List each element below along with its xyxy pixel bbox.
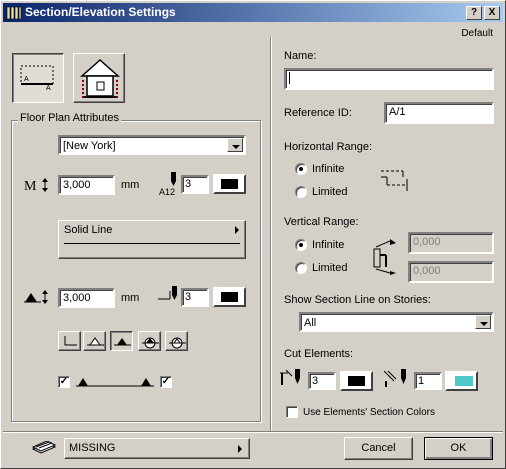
default-label: Default	[461, 28, 493, 39]
hrange-infinite-label: Infinite	[312, 163, 345, 175]
layer-button[interactable]: MISSING	[64, 438, 250, 459]
teal-fill	[455, 376, 473, 386]
marker-shape-outline-triangle-button[interactable]	[83, 331, 106, 351]
outline-triangle-icon	[87, 337, 104, 346]
elevation-type-button[interactable]	[73, 53, 125, 103]
ok-button[interactable]: OK	[424, 437, 493, 460]
chevron-right-icon	[235, 226, 239, 234]
vrange-bottom-input[interactable]: 0,000	[408, 261, 494, 283]
line-pen-color-swatch[interactable]	[213, 287, 246, 307]
vertical-range-icon	[373, 239, 396, 275]
marker-pen-label: A12	[159, 187, 176, 197]
start-marker-checkbox[interactable]: ✓	[58, 376, 70, 388]
layers-icon	[31, 441, 57, 454]
section-type-button[interactable]: A A	[12, 53, 64, 103]
close-button[interactable]: X	[484, 6, 500, 20]
circle-triangle-icon	[142, 337, 159, 349]
chevron-down-icon[interactable]	[475, 315, 491, 329]
use-section-colors-label: Use Elements' Section Colors	[303, 407, 435, 418]
dialog-window: Section/Elevation Settings ? X Default A…	[0, 0, 506, 469]
marker-pen-input[interactable]: 3	[181, 175, 209, 194]
solid-line-preview	[64, 243, 240, 244]
app-icon	[6, 6, 22, 20]
line-height-input[interactable]: 3,000	[58, 288, 115, 308]
panel-divider	[270, 37, 272, 431]
line-height-unit: mm	[121, 292, 140, 304]
svg-text:A: A	[24, 76, 29, 83]
line-pen-input[interactable]: 3	[181, 288, 209, 307]
horizontal-range-label: Horizontal Range:	[284, 141, 373, 153]
svg-text:A: A	[46, 85, 51, 92]
hrange-infinite-radio[interactable]	[295, 163, 307, 175]
house-icon	[80, 58, 120, 98]
marker-shape-filled-triangle-button[interactable]	[110, 331, 133, 351]
title-bar[interactable]: Section/Elevation Settings ? X	[3, 3, 503, 22]
cut-pen-icon	[280, 369, 300, 385]
marker-shape-circle-button[interactable]	[165, 331, 188, 351]
reference-id-input[interactable]: A/1	[384, 102, 494, 124]
line-pen-icon	[158, 286, 177, 300]
cut-elements-label: Cut Elements:	[284, 348, 354, 360]
filled-triangle-icon	[114, 338, 131, 346]
vrange-limited-label: Limited	[312, 262, 348, 274]
hrange-limited-label: Limited	[312, 186, 348, 198]
line-style-button[interactable]: Solid Line	[58, 220, 246, 259]
vrange-infinite-radio[interactable]	[295, 239, 307, 251]
name-input[interactable]	[284, 68, 494, 90]
vrange-limited-radio[interactable]	[295, 262, 307, 274]
marker-size-unit: mm	[121, 179, 140, 191]
line-height-icon	[24, 290, 48, 304]
use-section-colors-checkbox[interactable]	[286, 406, 298, 418]
marker-size-input[interactable]: 3,000	[58, 175, 115, 195]
reference-id-label: Reference ID:	[284, 107, 352, 119]
stories-dropdown[interactable]: All	[299, 312, 494, 332]
name-label: Name:	[284, 50, 317, 62]
chevron-down-icon[interactable]	[227, 138, 243, 152]
marker-size-icon: M	[24, 178, 48, 193]
floor-plan-group-title: Floor Plan Attributes	[18, 112, 122, 124]
vertical-range-label: Vertical Range:	[284, 216, 359, 228]
marker-ends-preview	[76, 378, 154, 387]
cut-fill-pen-icon	[383, 369, 406, 387]
section-marker-icon: A A	[20, 65, 54, 92]
line-style-label: Solid Line	[64, 224, 113, 236]
corner-marker-icon	[64, 336, 77, 346]
layer-value: MISSING	[69, 442, 116, 454]
stories-value: All	[304, 317, 317, 329]
vrange-infinite-label: Infinite	[312, 239, 345, 251]
help-button[interactable]: ?	[466, 6, 482, 20]
circle-marker-icon	[169, 337, 186, 349]
marker-shape-corner-button[interactable]	[58, 331, 81, 351]
horizontal-range-icon	[381, 170, 408, 191]
cut-line-color-swatch[interactable]	[340, 371, 373, 391]
hrange-limited-radio[interactable]	[295, 186, 307, 198]
cancel-button[interactable]: Cancel	[344, 437, 413, 460]
stories-label: Show Section Line on Stories:	[284, 294, 431, 306]
window-title: Section/Elevation Settings	[25, 5, 176, 19]
footer-divider	[3, 431, 503, 433]
vrange-top-input[interactable]: 0,000	[408, 232, 494, 254]
chevron-right-icon	[238, 445, 242, 453]
text-cursor	[289, 72, 290, 85]
cut-line-pen-input[interactable]: 3	[308, 372, 336, 390]
cut-fill-pen-input[interactable]: 1	[414, 372, 442, 390]
line-type-dropdown[interactable]: [New York]	[58, 135, 246, 155]
line-type-value: [New York]	[63, 140, 116, 152]
end-marker-checkbox[interactable]: ✓	[160, 376, 172, 388]
svg-text:M: M	[24, 179, 37, 193]
marker-shape-circle-triangle-button[interactable]	[138, 331, 161, 351]
pen-icon	[171, 172, 176, 186]
cut-fill-color-swatch[interactable]	[445, 371, 478, 391]
marker-pen-color-swatch[interactable]	[213, 174, 246, 194]
